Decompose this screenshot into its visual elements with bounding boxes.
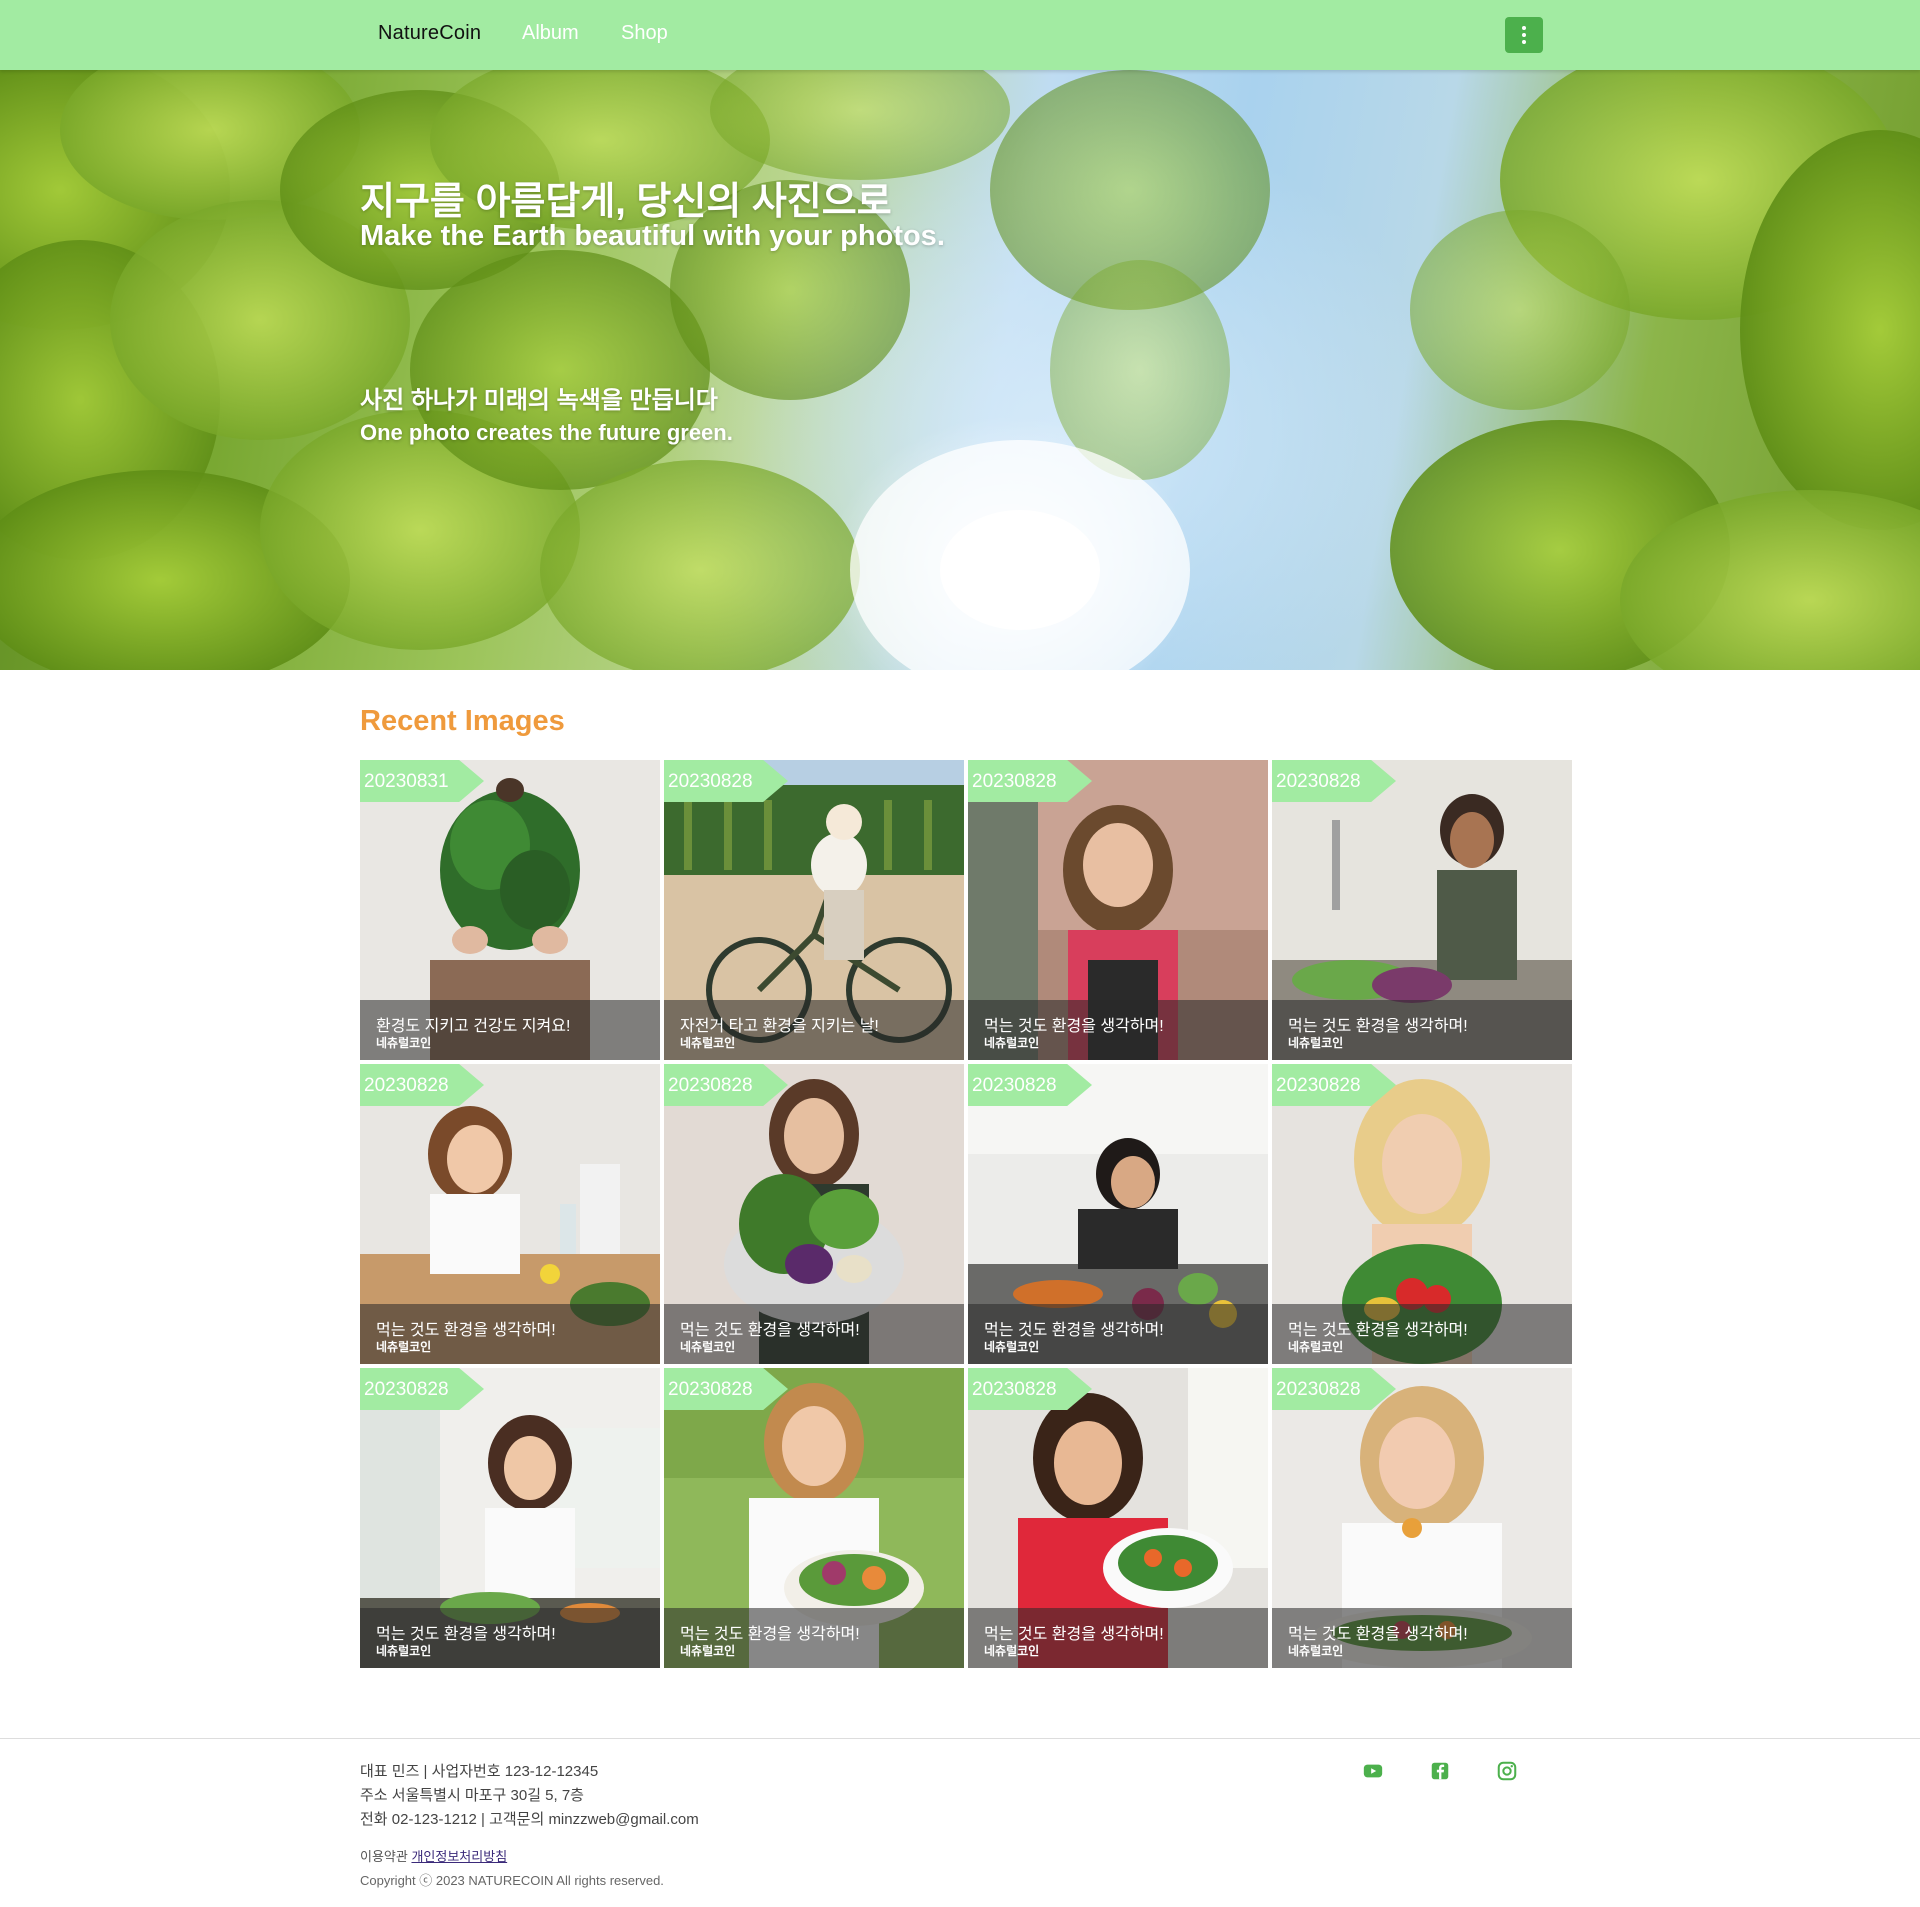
card-title: 먹는 것도 환경을 생각하며! (984, 1018, 1164, 1035)
date-tag: 20230828 (664, 1064, 788, 1106)
date-tag: 20230828 (360, 1368, 484, 1410)
youtube-icon[interactable] (1362, 1760, 1384, 1782)
image-card[interactable]: 20230828 먹는 것도 환경을 생각하며! 네츄럴코인 (1272, 1064, 1572, 1364)
date-tag: 20230828 (1272, 760, 1396, 802)
card-title: 먹는 것도 환경을 생각하며! (984, 1322, 1164, 1339)
card-caption: 환경도 지키고 건강도 지켜요! 네츄럴코인 (360, 1000, 660, 1060)
company-address: 주소 서울특별시 마포구 30길 5, 7층 (360, 1787, 584, 1804)
instagram-icon[interactable] (1496, 1760, 1518, 1782)
card-title: 환경도 지키고 건강도 지켜요! (376, 1018, 571, 1035)
hero-subtitle-english: One photo creates the future green. (360, 420, 733, 445)
card-title: 먹는 것도 환경을 생각하며! (1288, 1018, 1468, 1035)
card-author: 네츄럴코인 (376, 1340, 432, 1354)
brand-link[interactable]: NatureCoin (378, 22, 481, 45)
hero-subtitle-korean: 사진 하나가 미래의 녹색을 만듭니다 (360, 387, 718, 414)
footer-divider (0, 1738, 1920, 1739)
date-tag: 20230828 (1272, 1064, 1396, 1106)
hero-title-korean: 지구를 아름답게, 당신의 사진으로 (360, 181, 892, 223)
card-author: 네츄럴코인 (680, 1036, 736, 1050)
image-card[interactable]: 20230828 먹는 것도 환경을 생각하며! 네츄럴코인 (968, 760, 1268, 1060)
card-author: 네츄럴코인 (984, 1036, 1040, 1050)
card-title: 먹는 것도 환경을 생각하며! (376, 1626, 556, 1643)
date-tag: 20230828 (1272, 1368, 1396, 1410)
image-card[interactable]: 20230828 먹는 것도 환경을 생각하며! 네츄럴코인 (1272, 760, 1572, 1060)
card-caption: 자전거 타고 환경을 지키는 날! 네츄럴코인 (664, 1000, 964, 1060)
card-caption: 먹는 것도 환경을 생각하며! 네츄럴코인 (1272, 1000, 1572, 1060)
hero-banner: 지구를 아름답게, 당신의 사진으로 Make the Earth beauti… (0, 70, 1920, 670)
card-caption: 먹는 것도 환경을 생각하며! 네츄럴코인 (664, 1304, 964, 1364)
date-tag: 20230831 (360, 760, 484, 802)
copyright: Copyright ⓒ 2023 NATURECOIN All rights r… (360, 1873, 664, 1888)
card-title: 자전거 타고 환경을 지키는 날! (680, 1018, 879, 1035)
card-title: 먹는 것도 환경을 생각하며! (1288, 1322, 1468, 1339)
company-contact: 전화 02-123-1212 | 고객문의 minzzweb@gmail.com (360, 1811, 699, 1828)
card-author: 네츄럴코인 (376, 1644, 432, 1658)
card-caption: 먹는 것도 환경을 생각하며! 네츄럴코인 (360, 1608, 660, 1668)
image-card[interactable]: 20230828 먹는 것도 환경을 생각하며! 네츄럴코인 (664, 1064, 964, 1364)
date-tag: 20230828 (664, 1368, 788, 1410)
image-card[interactable]: 20230828 먹는 것도 환경을 생각하며! 네츄럴코인 (968, 1368, 1268, 1668)
image-card[interactable]: 20230828 먹는 것도 환경을 생각하며! 네츄럴코인 (360, 1368, 660, 1668)
image-card[interactable]: 20230828 먹는 것도 환경을 생각하며! 네츄럴코인 (664, 1368, 964, 1668)
image-card[interactable]: 20230828 먹는 것도 환경을 생각하며! 네츄럴코인 (1272, 1368, 1572, 1668)
card-author: 네츄럴코인 (1288, 1036, 1344, 1050)
privacy-policy-link[interactable]: 개인정보처리방침 (411, 1849, 507, 1864)
date-tag: 20230828 (360, 1064, 484, 1106)
card-caption: 먹는 것도 환경을 생각하며! 네츄럴코인 (968, 1608, 1268, 1668)
card-author: 네츄럴코인 (376, 1036, 432, 1050)
card-author: 네츄럴코인 (1288, 1644, 1344, 1658)
card-author: 네츄럴코인 (680, 1644, 736, 1658)
card-author: 네츄럴코인 (680, 1340, 736, 1354)
facebook-icon[interactable] (1429, 1760, 1451, 1782)
company-representative: 대표 민즈 | 사업자번호 123-12-12345 (360, 1763, 599, 1780)
terms-link[interactable]: 이용약관 (360, 1849, 408, 1864)
date-tag: 20230828 (968, 1064, 1092, 1106)
date-tag: 20230828 (968, 760, 1092, 802)
card-caption: 먹는 것도 환경을 생각하며! 네츄럴코인 (1272, 1304, 1572, 1364)
company-info: 대표 민즈 | 사업자번호 123-12-12345 주소 서울특별시 마포구 … (360, 1760, 699, 1832)
card-title: 먹는 것도 환경을 생각하며! (680, 1626, 860, 1643)
card-caption: 먹는 것도 환경을 생각하며! 네츄럴코인 (968, 1304, 1268, 1364)
card-caption: 먹는 것도 환경을 생각하며! 네츄럴코인 (968, 1000, 1268, 1060)
leaves-background (0, 70, 1920, 670)
card-author: 네츄럴코인 (1288, 1340, 1344, 1354)
hero-title-english: Make the Earth beautiful with your photo… (360, 220, 945, 252)
legal-links: 이용약관 개인정보처리방침 (360, 1846, 507, 1865)
card-title: 먹는 것도 환경을 생각하며! (376, 1322, 556, 1339)
kebab-menu-icon[interactable] (1505, 17, 1543, 53)
card-title: 먹는 것도 환경을 생각하며! (680, 1322, 860, 1339)
image-card[interactable]: 20230831 환경도 지키고 건강도 지켜요! 네츄럴코인 (360, 760, 660, 1060)
nav-link-shop[interactable]: Shop (621, 22, 668, 45)
card-author: 네츄럴코인 (984, 1340, 1040, 1354)
image-card[interactable]: 20230828 먹는 것도 환경을 생각하며! 네츄럴코인 (968, 1064, 1268, 1364)
card-caption: 먹는 것도 환경을 생각하며! 네츄럴코인 (664, 1608, 964, 1668)
card-author: 네츄럴코인 (984, 1644, 1040, 1658)
image-card[interactable]: 20230828 먹는 것도 환경을 생각하며! 네츄럴코인 (360, 1064, 660, 1364)
date-tag: 20230828 (968, 1368, 1092, 1410)
recent-images-heading: Recent Images (360, 705, 565, 737)
card-caption: 먹는 것도 환경을 생각하며! 네츄럴코인 (1272, 1608, 1572, 1668)
recent-images-grid: 20230831 환경도 지키고 건강도 지켜요! 네츄럴코인 20230828… (360, 760, 1572, 1668)
card-title: 먹는 것도 환경을 생각하며! (984, 1626, 1164, 1643)
nav-link-album[interactable]: Album (522, 22, 579, 45)
card-title: 먹는 것도 환경을 생각하며! (1288, 1626, 1468, 1643)
image-card[interactable]: 20230828 자전거 타고 환경을 지키는 날! 네츄럴코인 (664, 760, 964, 1060)
card-caption: 먹는 것도 환경을 생각하며! 네츄럴코인 (360, 1304, 660, 1364)
date-tag: 20230828 (664, 760, 788, 802)
top-navbar: NatureCoin Album Shop (0, 0, 1920, 70)
